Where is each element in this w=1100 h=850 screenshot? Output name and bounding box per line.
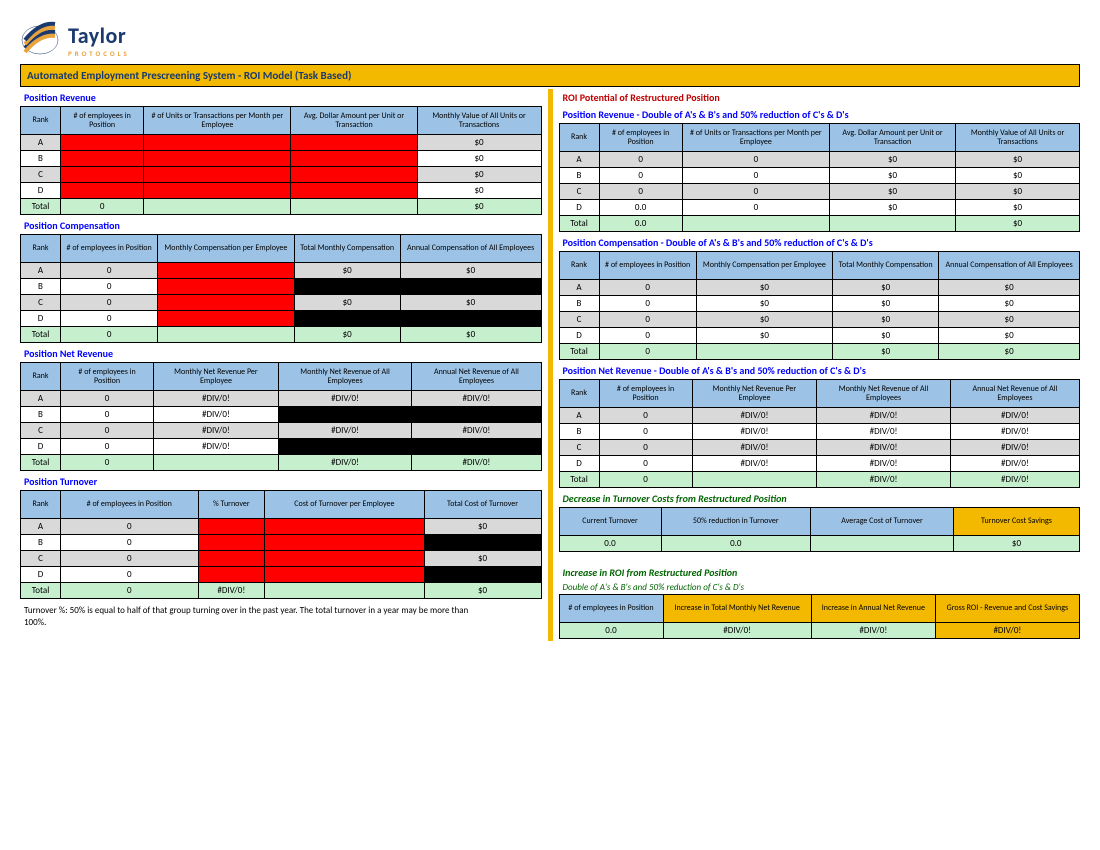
logo-icon — [20, 20, 60, 60]
section-netrevenue-title: Position Net Revenue — [20, 345, 542, 362]
logo-name: Taylor — [68, 22, 130, 49]
header-cell: # of Units or Transactions per Month per… — [144, 107, 291, 135]
turnover-note: Turnover %: 50% is equal to half of that… — [20, 601, 480, 632]
table-restructured-compensation: Rank # of employees in Position Monthly … — [559, 251, 1081, 360]
section-revenue-title: Position Revenue — [20, 89, 542, 106]
table-turnover-savings: Current Turnover 50% reduction in Turnov… — [559, 507, 1081, 552]
roi-potential-title: ROI Potential of Restructured Position — [559, 89, 1081, 106]
right-sec5-sub: Double of A's & B's and 50% reduction of… — [559, 581, 1081, 594]
logo-subtitle: PROTOCOLS — [68, 49, 130, 58]
table-position-turnover: Rank # of employees in Position % Turnov… — [20, 490, 542, 599]
page-title: Automated Employment Prescreening System… — [20, 64, 1080, 87]
header-cell: # of employees in Position — [61, 107, 144, 135]
logo: Taylor PROTOCOLS — [20, 20, 1080, 60]
header-cell: Monthly Value of All Units or Transactio… — [417, 107, 541, 135]
header-cell: Rank — [21, 107, 61, 135]
right-sec2-title: Position Compensation - Double of A's & … — [559, 234, 1081, 251]
table-restructured-netrevenue: Rank # of employees in Position Monthly … — [559, 379, 1081, 488]
right-sec4-title: Decrease in Turnover Costs from Restruct… — [559, 490, 1081, 507]
section-turnover-title: Position Turnover — [20, 473, 542, 490]
right-sec3-title: Position Net Revenue - Double of A's & B… — [559, 362, 1081, 379]
left-panel: Position Revenue Rank # of employees in … — [20, 89, 553, 641]
right-sec1-title: Position Revenue - Double of A's & B's a… — [559, 106, 1081, 123]
right-sec5-title: Increase in ROI from Restructured Positi… — [559, 564, 1081, 581]
table-position-compensation: Rank # of employees in Position Monthly … — [20, 234, 542, 343]
table-roi-increase: # of employees in Position Increase in T… — [559, 594, 1081, 639]
table-position-revenue: Rank # of employees in Position # of Uni… — [20, 106, 542, 215]
right-panel: ROI Potential of Restructured Position P… — [553, 89, 1081, 641]
table-restructured-revenue: Rank # of employees in Position # of Uni… — [559, 123, 1081, 232]
header-cell: Avg. Dollar Amount per Unit or Transacti… — [291, 107, 417, 135]
table-position-netrevenue: Rank # of employees in Position Monthly … — [20, 362, 542, 471]
section-compensation-title: Position Compensation — [20, 217, 542, 234]
